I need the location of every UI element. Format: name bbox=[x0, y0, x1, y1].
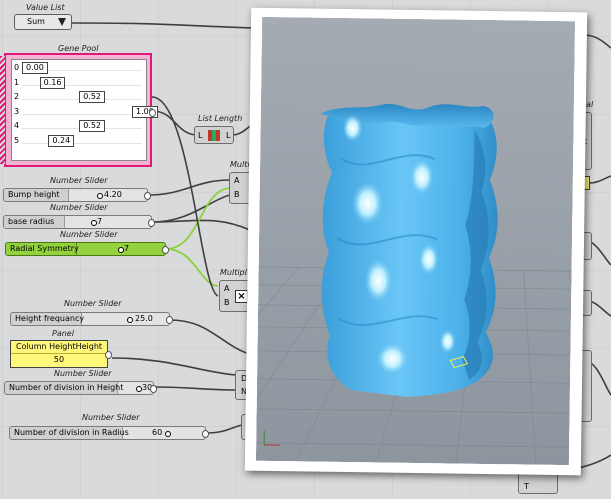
zigzag-edge bbox=[0, 56, 5, 164]
wire bbox=[151, 194, 231, 223]
gene-index: 0 bbox=[14, 63, 20, 72]
panel-title: Column HeightHeight bbox=[11, 341, 107, 354]
slider-base-radius[interactable]: base radius 7 bbox=[3, 215, 155, 229]
slider-label: Number of division in Height bbox=[5, 382, 123, 394]
slider-output-grip[interactable] bbox=[202, 430, 209, 438]
slider-height-frequency[interactable]: Height frequancy 25.0 bbox=[10, 312, 173, 326]
slider-value: 25.0 bbox=[135, 314, 153, 323]
input-b[interactable]: B bbox=[234, 190, 240, 199]
input-t[interactable]: T bbox=[524, 482, 529, 491]
gene-track bbox=[22, 142, 142, 144]
wire bbox=[169, 319, 253, 356]
gene-value-slider[interactable]: 0.16 bbox=[39, 76, 66, 89]
gene-value-slider[interactable]: 0.52 bbox=[79, 120, 105, 132]
dropdown-arrow-icon[interactable] bbox=[58, 18, 66, 26]
slider-caption: Number Slider bbox=[64, 299, 122, 308]
viewport-frame bbox=[244, 7, 588, 476]
gene-value-slider[interactable]: 0.52 bbox=[79, 91, 105, 103]
gene-value-slider[interactable]: 0.24 bbox=[48, 134, 75, 147]
panel-value: 50 bbox=[53, 355, 65, 364]
slider-value: 7 bbox=[97, 217, 103, 226]
input-a[interactable]: A bbox=[234, 176, 239, 185]
slider-output-grip[interactable] bbox=[144, 192, 151, 200]
slider-divisions-height[interactable]: Number of division in Height 30 bbox=[4, 381, 157, 395]
slider-caption: Number Slider bbox=[82, 413, 140, 422]
slider-label: Radial Symmetry bbox=[6, 243, 79, 255]
slider-divisions-radius[interactable]: Number of division in Radius 60 bbox=[9, 426, 209, 440]
wire bbox=[589, 175, 611, 184]
list-length-icon bbox=[208, 130, 220, 141]
gene-index: 1 bbox=[14, 77, 20, 87]
slider-knob[interactable] bbox=[127, 317, 133, 323]
slider-value: 60 bbox=[152, 428, 163, 437]
slider-caption: Number Slider bbox=[54, 369, 112, 378]
gene-index: 5 bbox=[14, 135, 20, 145]
list-length-caption: List Length bbox=[198, 114, 243, 123]
slider-knob[interactable] bbox=[97, 193, 103, 199]
slider-label: base radius bbox=[4, 216, 65, 228]
value-list[interactable]: Sum bbox=[14, 14, 72, 30]
viewport-render bbox=[255, 16, 576, 466]
gene-index: 3 bbox=[14, 106, 20, 116]
list-length-component[interactable]: L L bbox=[194, 126, 234, 144]
slider-output-grip[interactable] bbox=[150, 385, 157, 393]
panel[interactable]: Column HeightHeight 50 bbox=[10, 340, 112, 368]
panel-caption: Panel bbox=[52, 329, 74, 338]
value-list-selected: Sum bbox=[27, 17, 45, 26]
slider-bump-height[interactable]: Bump height 4.20 bbox=[3, 188, 151, 202]
slider-caption: Number Slider bbox=[50, 203, 108, 212]
wire bbox=[583, 34, 611, 49]
slider-value: 4.20 bbox=[104, 190, 122, 199]
list-length-input[interactable]: L bbox=[198, 131, 202, 140]
wire bbox=[231, 125, 251, 136]
slider-output-grip[interactable] bbox=[166, 316, 173, 324]
gene-pool-inner: 0 0.00 1 0.16 2 0.52 3 1.00 4 0.52 5 0.24 bbox=[11, 59, 158, 161]
gene-value-slider[interactable]: 0.00 bbox=[22, 62, 48, 74]
gene-pool-caption: Gene Pool bbox=[58, 44, 99, 53]
gene-track bbox=[22, 113, 142, 115]
slider-knob[interactable] bbox=[165, 431, 171, 437]
wire bbox=[111, 357, 237, 376]
grasshopper-canvas[interactable]: Value List Sum Gene Pool 0 0.00 1 0.16 2 0.52… bbox=[0, 0, 611, 499]
slider-caption: Number Slider bbox=[50, 176, 108, 185]
slider-output-grip[interactable] bbox=[162, 246, 169, 254]
wire bbox=[205, 424, 243, 434]
gene-index: 4 bbox=[14, 121, 20, 130]
slider-caption: Number Slider bbox=[60, 230, 118, 239]
panel-grip[interactable] bbox=[105, 351, 112, 359]
slider-output-grip[interactable] bbox=[148, 219, 155, 227]
slider-radial-symmetry[interactable]: Radial Symmetry 7 bbox=[5, 242, 169, 256]
gene-pool-grip[interactable] bbox=[149, 109, 156, 117]
column-mesh bbox=[320, 103, 498, 397]
input-a[interactable]: A bbox=[224, 284, 229, 293]
multiply-icon: × bbox=[235, 290, 248, 303]
wire bbox=[71, 22, 255, 29]
input-b[interactable]: B bbox=[224, 298, 230, 307]
slider-label: Height frequancy bbox=[11, 313, 84, 325]
slider-label: Bump height bbox=[4, 189, 69, 201]
wire bbox=[151, 219, 251, 231]
slider-value: 7 bbox=[124, 244, 130, 253]
wire bbox=[153, 386, 237, 391]
gene-index: 2 bbox=[14, 92, 20, 101]
rhino-viewport[interactable] bbox=[255, 16, 576, 466]
gene-pool[interactable]: 0 0.00 1 0.16 2 0.52 3 1.00 4 0.52 5 0.24 bbox=[4, 53, 158, 167]
slider-label: Number of division in Radius bbox=[10, 427, 129, 439]
list-length-output[interactable]: L bbox=[226, 131, 230, 140]
value-list-caption: Value List bbox=[26, 3, 65, 12]
